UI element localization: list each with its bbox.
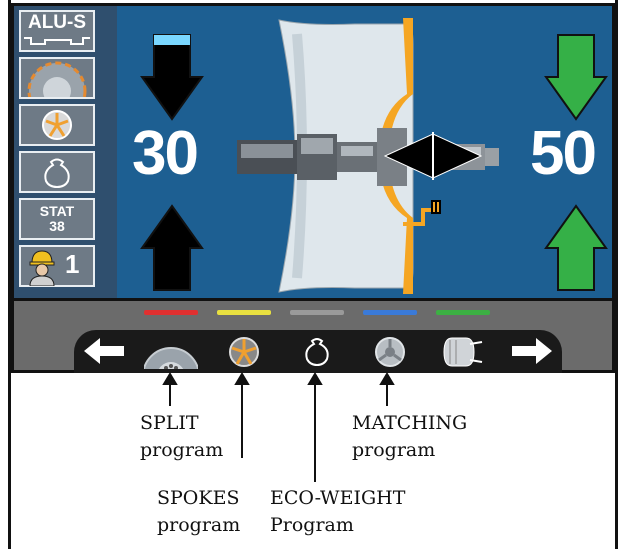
wheel-cross-section [237, 18, 499, 294]
weight-bag-icon [305, 338, 329, 367]
operator-button[interactable]: 1 [19, 245, 95, 287]
split-mode-button[interactable] [19, 57, 95, 121]
left-down-arrow-icon [140, 34, 204, 121]
indicator-grey [290, 310, 344, 315]
right-down-arrow-icon [544, 34, 608, 121]
operator-number: 1 [65, 249, 80, 279]
stat-label: STAT [39, 203, 75, 219]
weight-bag-icon [44, 158, 70, 189]
indicator-blue [363, 310, 417, 315]
spoke-wheel-icon [229, 337, 259, 367]
indicator-yellow [217, 310, 271, 315]
eco-weight-program-button[interactable] [290, 334, 344, 369]
eco-weight-caption: ECO-WEIGHT Program [270, 487, 406, 536]
indicator-red [144, 310, 198, 315]
alu-s-label: ALU-S [27, 12, 87, 33]
balancer-screen: ALU-S STAT 38 1 30 50 [11, 3, 615, 301]
left-up-arrow-icon [140, 204, 204, 291]
spokes-caption: SPOKES program [157, 487, 241, 536]
matching-caption: MATCHING program [352, 412, 468, 461]
scroll-right-button[interactable] [508, 334, 556, 369]
matching-program-button[interactable] [363, 334, 417, 369]
scroll-left-button[interactable] [80, 334, 128, 369]
arrow-left-icon [84, 338, 124, 364]
left-plane-value: 30 [132, 119, 199, 188]
arrow-right-icon [512, 338, 552, 364]
stat-value: 38 [49, 218, 65, 234]
alu-s-button[interactable]: ALU-S [19, 10, 95, 52]
eco-weight-button[interactable] [19, 151, 95, 193]
tyre-program-button[interactable] [436, 334, 490, 369]
split-program-button[interactable] [142, 334, 200, 405]
function-toolbar [11, 301, 615, 405]
spokes-mode-button[interactable] [19, 104, 95, 146]
statistics-button[interactable]: STAT 38 [19, 198, 95, 240]
spoke-wheel-icon [42, 110, 72, 140]
indicator-green [436, 310, 490, 315]
split-wheel-icon [142, 347, 200, 405]
right-plane-value: 50 [530, 119, 597, 188]
split-caption: SPLIT program [140, 412, 224, 461]
spokes-program-button[interactable] [217, 334, 271, 369]
rim-matching-icon [375, 337, 405, 367]
tyre-icon [443, 337, 483, 367]
rim-profile-icon [24, 37, 90, 45]
side-panel: ALU-S STAT 38 1 [14, 6, 117, 298]
operator-icon [29, 250, 55, 286]
right-up-arrow-icon [544, 204, 608, 291]
split-wheel-icon [27, 61, 87, 121]
